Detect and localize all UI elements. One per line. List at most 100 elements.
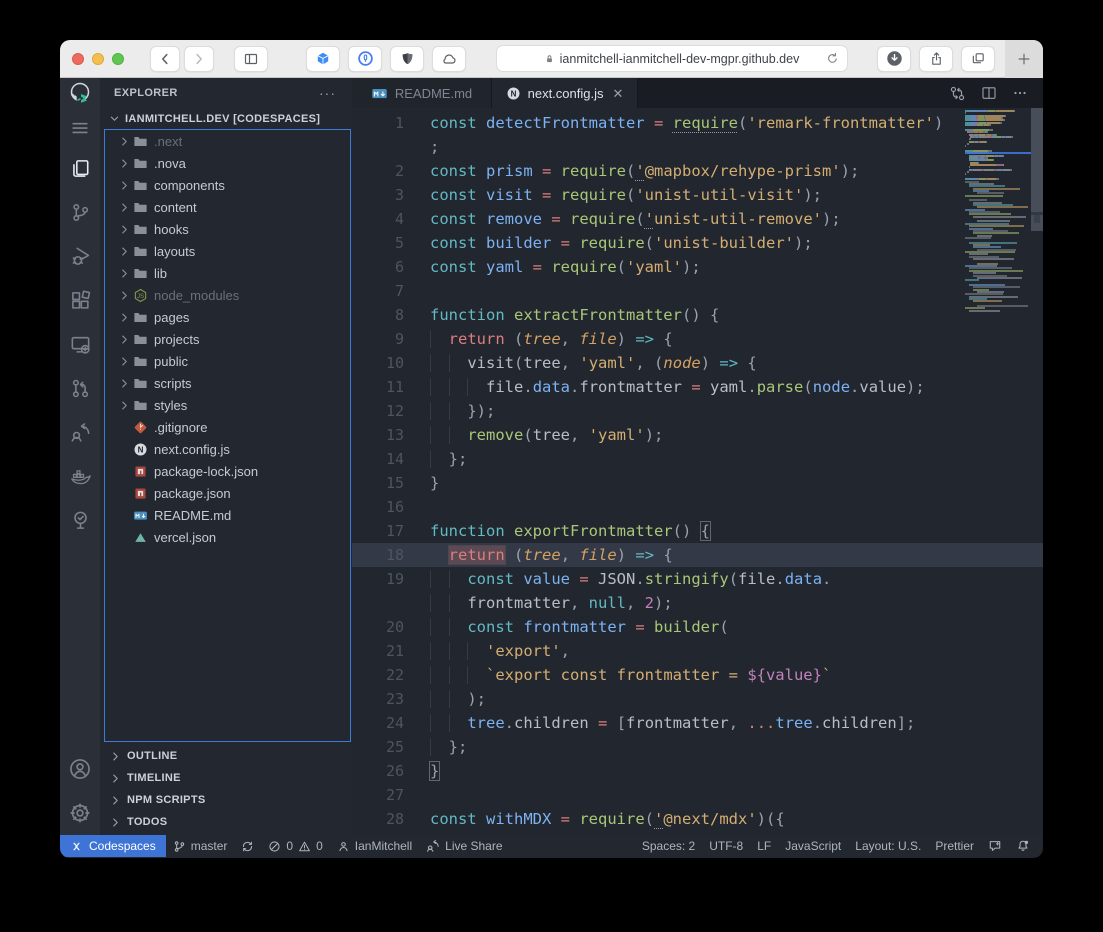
status-spaces-2[interactable]: Spaces: 2 xyxy=(635,835,702,857)
address-bar[interactable]: ianmitchell-ianmitchell-dev-mgpr.github.… xyxy=(496,45,848,72)
tree-item-scripts[interactable]: scripts xyxy=(105,372,350,394)
activity-run-debug[interactable] xyxy=(60,234,100,278)
line-content: file.data.frontmatter = yaml.parse(node.… xyxy=(404,375,925,399)
extension-button-1password[interactable] xyxy=(348,46,382,72)
tree-item-package-lock.json[interactable]: package-lock.json xyxy=(105,460,350,482)
activity-files[interactable] xyxy=(60,146,100,190)
tree-item-projects[interactable]: projects xyxy=(105,328,350,350)
tree-item-.next[interactable]: .next xyxy=(105,130,350,152)
activity-settings-gear[interactable] xyxy=(60,791,100,835)
tree-item-layouts[interactable]: layouts xyxy=(105,240,350,262)
editor-scrollbar[interactable] xyxy=(1031,108,1043,835)
sidebar-section-npm-scripts[interactable]: NPM SCRIPTS xyxy=(100,789,352,811)
tree-item-lib[interactable]: lib xyxy=(105,262,350,284)
tree-item-.gitignore[interactable]: .gitignore xyxy=(105,416,350,438)
tab-overview-button[interactable] xyxy=(961,46,995,72)
token: ); xyxy=(906,378,925,396)
tree-item-styles[interactable]: styles xyxy=(105,394,350,416)
status-prettier[interactable]: Prettier xyxy=(928,835,981,857)
explorer-more-actions[interactable]: ··· xyxy=(319,85,336,101)
minimap[interactable] xyxy=(965,110,1031,330)
activity-source-control[interactable] xyxy=(60,190,100,234)
tree-item-.nova[interactable]: .nova xyxy=(105,152,350,174)
tree-item-components[interactable]: components xyxy=(105,174,350,196)
open-changes-icon[interactable] xyxy=(949,85,966,102)
person-icon xyxy=(337,840,350,853)
tree-item-label: public xyxy=(154,354,188,369)
status-0[interactable]: 00 xyxy=(261,835,329,857)
token: @mapbox/rehype-prism' xyxy=(645,162,841,180)
activity-bar xyxy=(60,108,100,835)
status-feedback-icon[interactable] xyxy=(981,835,1009,857)
status-codespaces[interactable]: Codespaces xyxy=(60,835,166,857)
back-button[interactable] xyxy=(150,46,180,72)
status-utf-8[interactable]: UTF-8 xyxy=(702,835,750,857)
extension-button-shield[interactable] xyxy=(390,46,424,72)
new-tab-button[interactable] xyxy=(1005,40,1043,78)
status-sync-icon[interactable] xyxy=(234,835,261,857)
activity-extensions[interactable] xyxy=(60,278,100,322)
extension-button-cloud[interactable] xyxy=(432,46,466,72)
close-icon[interactable]: ✕ xyxy=(612,87,623,100)
tree-item-README.md[interactable]: README.md xyxy=(105,504,350,526)
forward-button[interactable] xyxy=(184,46,214,72)
sidebar-toggle-button[interactable] xyxy=(234,46,268,72)
token: = xyxy=(542,162,561,180)
sidebar-section-todos[interactable]: TODOS xyxy=(100,811,352,833)
status-ianmitchell[interactable]: IanMitchell xyxy=(330,835,419,857)
tree-item-hooks[interactable]: hooks xyxy=(105,218,350,240)
status-lf[interactable]: LF xyxy=(750,835,778,857)
section-label: NPM SCRIPTS xyxy=(127,794,205,806)
folder-file-icon xyxy=(133,134,148,149)
activity-account[interactable] xyxy=(60,747,100,791)
activity-remote-explorer[interactable] xyxy=(60,322,100,366)
activity-todo-tree[interactable] xyxy=(60,498,100,542)
status-bell-icon[interactable] xyxy=(1009,835,1037,857)
status-master[interactable]: master xyxy=(166,835,235,857)
chevron-right-icon xyxy=(110,751,121,762)
minimize-window-button[interactable] xyxy=(92,53,104,65)
minimap-current-line xyxy=(965,152,1031,154)
tree-item-label: package-lock.json xyxy=(154,464,258,479)
activity-github-pr[interactable] xyxy=(60,366,100,410)
node-file-icon: JS xyxy=(133,288,148,303)
tree-item-node_modules[interactable]: JSnode_modules xyxy=(105,284,350,306)
tree-item-next.config.js[interactable]: Nnext.config.js xyxy=(105,438,350,460)
code-line-2: 2const prism = require('@mapbox/rehype-p… xyxy=(352,159,1043,183)
sidebar-section-timeline[interactable]: TIMELINE xyxy=(100,767,352,789)
md-file-icon xyxy=(133,508,148,523)
tab-README.md[interactable]: README.md xyxy=(352,78,492,108)
reload-icon[interactable] xyxy=(826,52,839,65)
more-actions-icon[interactable] xyxy=(1012,85,1028,101)
tab-next.config.js[interactable]: Nnext.config.js✕ xyxy=(492,78,638,108)
activity-menu[interactable] xyxy=(60,110,100,146)
split-editor-icon[interactable] xyxy=(981,85,997,101)
activity-docker[interactable] xyxy=(60,454,100,498)
tree-item-pages[interactable]: pages xyxy=(105,306,350,328)
tree-item-content[interactable]: content xyxy=(105,196,350,218)
workspace-section-header[interactable]: IANMITCHELL.DEV [CODESPACES] xyxy=(100,108,352,129)
token: data xyxy=(533,378,570,396)
share-button[interactable] xyxy=(919,46,953,72)
token: function xyxy=(430,306,514,324)
token: ${value} xyxy=(747,666,822,684)
line-number: 4 xyxy=(352,207,404,231)
tree-item-package.json[interactable]: package.json xyxy=(105,482,350,504)
tree-item-vercel.json[interactable]: vercel.json xyxy=(105,526,350,548)
github-codespaces-logo-icon xyxy=(68,81,92,105)
close-window-button[interactable] xyxy=(72,53,84,65)
status-live-share[interactable]: Live Share xyxy=(419,835,509,857)
downloads-button[interactable] xyxy=(877,46,911,72)
token xyxy=(449,426,468,444)
sidebar-section-outline[interactable]: OUTLINE xyxy=(100,745,352,767)
token: ( xyxy=(738,114,747,132)
zoom-window-button[interactable] xyxy=(112,53,124,65)
activity-live-share[interactable] xyxy=(60,410,100,454)
status-layout-u-s-[interactable]: Layout: U.S. xyxy=(848,835,928,857)
tree-item-public[interactable]: public xyxy=(105,350,350,372)
token: = xyxy=(551,210,570,228)
status-javascript[interactable]: JavaScript xyxy=(778,835,848,857)
extension-button-cube[interactable] xyxy=(306,46,340,72)
code-editor[interactable]: 1const detectFrontmatter = require('rema… xyxy=(352,108,1043,835)
chevron-right-icon xyxy=(110,773,121,784)
